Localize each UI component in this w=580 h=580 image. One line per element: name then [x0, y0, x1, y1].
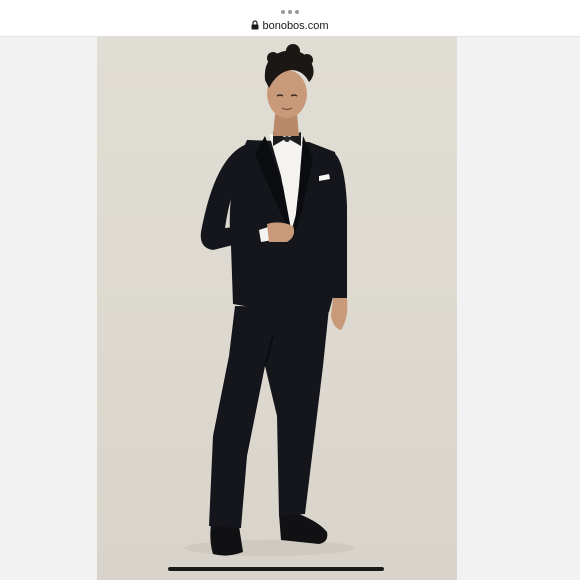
domain-text: bonobos.com [262, 20, 329, 32]
home-indicator[interactable] [168, 567, 384, 571]
url-display[interactable]: bonobos.com [0, 19, 580, 33]
product-photo [97, 36, 457, 580]
more-dots-icon[interactable] [281, 10, 299, 14]
tuxedo-model-illustration [184, 44, 354, 556]
browser-address-bar[interactable]: bonobos.com [0, 0, 580, 37]
lock-icon [251, 20, 259, 30]
